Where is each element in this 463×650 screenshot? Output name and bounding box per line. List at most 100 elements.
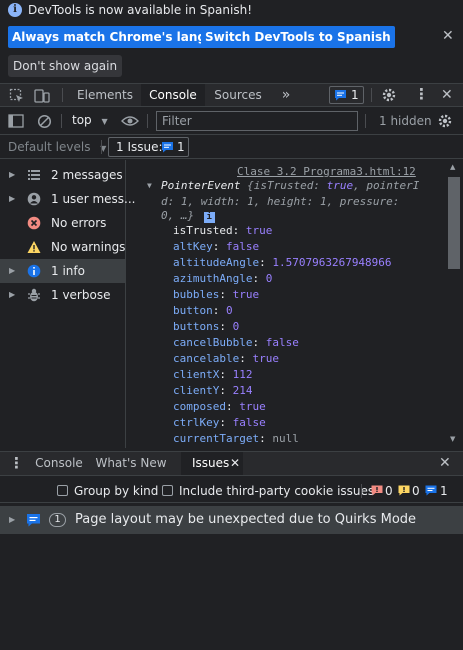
issue-count-badge: 1: [49, 513, 66, 527]
property-row[interactable]: clientY: 214: [173, 384, 392, 400]
scroll-up-arrow-icon[interactable]: ▲: [450, 163, 455, 171]
property-key: altitudeAngle: [173, 256, 260, 269]
property-row[interactable]: altKey: false: [173, 240, 392, 256]
sidebar-item-warnings[interactable]: No warnings: [0, 235, 125, 259]
context-select[interactable]: top ▼: [72, 113, 108, 127]
close-devtools-icon[interactable]: ✕: [441, 87, 453, 103]
separator: [365, 114, 366, 128]
infobar-message: DevTools is now available in Spanish!: [28, 3, 253, 17]
property-list: isTrusted: true altKey: false altitudeAn…: [173, 224, 392, 448]
message-icon: [27, 514, 40, 527]
object-summary[interactable]: PointerEvent {isTrusted: true, pointerI: [161, 179, 419, 192]
switch-to-spanish-button[interactable]: Switch DevTools to Spanish: [201, 26, 395, 48]
property-row[interactable]: ctrlKey: false: [173, 416, 392, 432]
kebab-menu-icon[interactable]: ⋮: [414, 86, 429, 102]
sidebar-item-errors[interactable]: No errors: [0, 211, 125, 235]
group-by-kind-checkbox[interactable]: [57, 485, 68, 496]
drawer-tab-whats-new[interactable]: What's New: [92, 452, 170, 475]
property-row[interactable]: clientX: 112: [173, 368, 392, 384]
sidebar-item-messages[interactable]: ▶ 2 messages: [0, 163, 125, 187]
drawer-tab-issues[interactable]: Issues ✕: [181, 452, 243, 475]
property-value: false: [232, 416, 266, 429]
sidebar-item-user-messages[interactable]: ▶ 1 user mess...: [0, 187, 135, 211]
property-row[interactable]: azimuthAngle: 0: [173, 272, 392, 288]
more-tabs-chevron[interactable]: »: [279, 84, 293, 106]
close-drawer-icon[interactable]: ✕: [439, 455, 451, 471]
issue-label: 1 Issue:: [116, 140, 163, 154]
property-row[interactable]: cancelable: true: [173, 352, 392, 368]
scroll-down-arrow-icon[interactable]: ▼: [450, 435, 455, 443]
separator: [361, 484, 362, 498]
console-sidebar: ▶ 2 messages ▶ 1 user mess... No errors …: [0, 160, 135, 448]
dont-show-again-button[interactable]: Don't show again: [8, 55, 123, 77]
message-icon: [335, 90, 346, 101]
tab-sources[interactable]: Sources: [208, 84, 268, 106]
property-key: cancelable: [173, 352, 240, 365]
default-levels-dropdown[interactable]: Default levels ▼: [8, 140, 106, 154]
expanded-arrow-icon[interactable]: ▼: [147, 181, 152, 190]
issues-link-button[interactable]: 1 Issue: 1: [108, 137, 189, 157]
sidebar-item-label: 1 info: [51, 264, 85, 278]
property-row[interactable]: altitudeAngle: 1.5707963267948966: [173, 256, 392, 272]
property-key: ctrlKey: [173, 416, 220, 429]
clear-console-icon[interactable]: [37, 114, 52, 129]
property-value: 0: [232, 320, 240, 333]
property-row[interactable]: isTrusted: true: [173, 224, 392, 240]
issues-toolbar: Group by kind Include third-party cookie…: [0, 479, 463, 503]
expand-arrow-icon: ▶: [9, 170, 16, 179]
scrollbar-thumb[interactable]: [448, 177, 460, 269]
error-count: 0: [385, 484, 393, 498]
eye-icon[interactable]: [121, 115, 139, 127]
issue-title: Page layout may be unexpected due to Qui…: [75, 512, 417, 527]
error-message-icon: [371, 485, 383, 496]
sidebar-item-info[interactable]: ▶ 1 info: [0, 259, 125, 283]
drawer-tab-console[interactable]: Console: [28, 452, 90, 475]
info-badge-icon[interactable]: i: [203, 212, 215, 223]
sidebar-item-label: 1 user mess...: [51, 192, 136, 206]
gear-icon[interactable]: [381, 87, 397, 103]
drawer-kebab-menu-icon[interactable]: ⋮: [9, 455, 24, 471]
property-value: false: [226, 240, 260, 253]
tab-elements[interactable]: Elements: [72, 84, 138, 106]
issue-row[interactable]: ▶ 1 Page layout may be unexpected due to…: [0, 506, 463, 534]
sidebar-item-label: No warnings: [51, 240, 126, 254]
property-key: isTrusted: [173, 224, 233, 237]
summary-value: true: [326, 179, 354, 192]
property-value: true: [252, 352, 279, 365]
property-value: 0: [226, 304, 233, 317]
language-infobar: i DevTools is now available in Spanish! …: [0, 0, 463, 80]
separator: [147, 114, 148, 128]
close-tab-icon[interactable]: ✕: [230, 452, 240, 475]
console-toolbar: top ▼ Filter 1 hidden: [0, 109, 463, 135]
property-row[interactable]: cancelBubble: false: [173, 336, 392, 352]
filter-input[interactable]: Filter: [156, 111, 358, 131]
device-toolbar-icon[interactable]: [33, 87, 51, 105]
info-icon: [27, 264, 41, 278]
sidebar-toggle-icon[interactable]: [8, 114, 24, 128]
hidden-count: 1 hidden: [379, 114, 432, 128]
object-name: PointerEvent: [161, 179, 241, 192]
inspect-element-icon[interactable]: [9, 88, 25, 104]
property-value: true: [239, 400, 266, 413]
summary-text: 0, …}: [161, 209, 195, 222]
property-key: currentTarget: [173, 432, 260, 445]
message-icon: [162, 142, 173, 153]
property-key: cancelBubble: [173, 336, 253, 349]
object-summary-line3: 0, …} i: [161, 209, 215, 223]
tab-console[interactable]: Console: [141, 84, 205, 106]
sidebar-item-verbose[interactable]: ▶ 1 verbose: [0, 283, 125, 307]
property-row[interactable]: buttons: 0: [173, 320, 392, 336]
error-icon: [27, 216, 41, 230]
console-settings-gear-icon[interactable]: [437, 113, 453, 129]
property-key: clientY: [173, 384, 220, 397]
property-value: 1.5707963267948966: [272, 256, 392, 269]
property-row[interactable]: currentTarget: null: [173, 432, 392, 448]
property-row[interactable]: button: 0: [173, 304, 392, 320]
third-party-checkbox[interactable]: [162, 485, 173, 496]
close-infobar-icon[interactable]: ✕: [442, 28, 454, 44]
issues-counter-button[interactable]: 1: [329, 86, 364, 104]
property-row[interactable]: bubbles: true: [173, 288, 392, 304]
source-link[interactable]: Clase 3.2 Programa3.html:12: [237, 165, 416, 178]
levels-label: Default levels: [8, 140, 91, 154]
property-row[interactable]: composed: true: [173, 400, 392, 416]
